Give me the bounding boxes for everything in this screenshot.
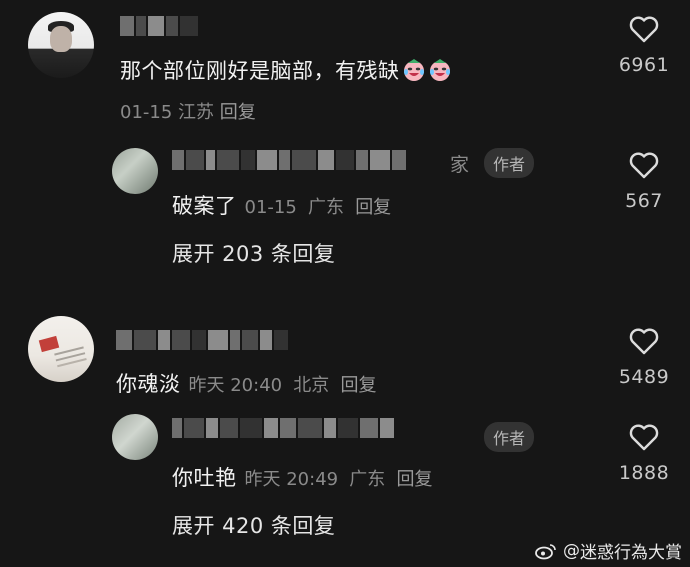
username-redacted[interactable] — [120, 16, 198, 36]
comment-date: 昨天 20:40 — [188, 375, 283, 396]
username-redacted[interactable] — [116, 330, 288, 350]
author-badge: 作者 — [484, 422, 535, 452]
comment-date: 01-15 — [120, 102, 173, 123]
like-button[interactable]: 1888 — [604, 422, 684, 484]
like-count: 1888 — [618, 462, 670, 484]
comment-location: 北京 — [293, 375, 330, 396]
reply-button[interactable]: 回复 — [396, 469, 432, 490]
reply-button[interactable]: 回复 — [220, 102, 256, 123]
like-button[interactable]: 567 — [604, 150, 684, 212]
comment-body: 那个部位刚好是脑部，有残缺 — [120, 59, 400, 83]
avatar[interactable] — [112, 148, 158, 194]
avatar[interactable] — [28, 12, 94, 78]
like-count: 6961 — [618, 54, 670, 76]
reply-button[interactable]: 回复 — [340, 375, 376, 396]
heart-icon — [629, 152, 659, 179]
like-count: 567 — [625, 190, 663, 212]
reply-button[interactable]: 回复 — [355, 197, 391, 218]
comment-date: 昨天 20:49 — [244, 469, 339, 490]
comment-meta: 01-15 江苏 回复 — [120, 98, 256, 124]
expand-replies-button[interactable]: 展开 420 条回复 — [172, 510, 335, 540]
comment-text: 你魂淡 昨天 20:40 北京 回复 — [116, 368, 376, 398]
avatar[interactable] — [28, 316, 94, 382]
comment-location: 广东 — [349, 469, 386, 490]
comment-location: 江苏 — [178, 102, 215, 123]
author-badge: 作者 — [484, 148, 535, 178]
comment-date: 01-15 — [244, 197, 297, 218]
avatar-stamp — [38, 335, 60, 353]
heart-icon — [629, 424, 659, 451]
heart-icon — [629, 16, 659, 43]
comment-text: 你吐艳 昨天 20:49 广东 回复 — [172, 462, 432, 492]
comment-body: 破案了 — [172, 194, 237, 218]
username-redacted[interactable] — [172, 418, 394, 438]
heart-icon — [629, 328, 659, 355]
comment-text: 破案了 01-15 广东 回复 — [172, 190, 391, 220]
weibo-logo-icon — [535, 543, 556, 559]
comment-thread: 那个部位刚好是脑部，有残缺 01-15 江苏 回复 6961 家 作者 破案了 … — [0, 0, 690, 567]
avatar-lines — [54, 346, 84, 356]
expand-replies-button[interactable]: 展开 203 条回复 — [172, 238, 335, 268]
weibo-watermark: @ 迷惑行為大賞 — [535, 538, 682, 563]
username-redacted[interactable] — [172, 150, 406, 170]
comment-body: 你魂淡 — [116, 372, 181, 396]
comment-text: 那个部位刚好是脑部，有残缺 — [120, 55, 452, 85]
comment-location: 广东 — [308, 197, 344, 218]
avatar[interactable] — [112, 414, 158, 460]
like-button[interactable]: 6961 — [604, 14, 684, 76]
username-suffix[interactable]: 家 — [450, 150, 469, 177]
crying-laughing-face-icon — [403, 59, 424, 81]
like-button[interactable]: 5489 — [604, 326, 684, 388]
watermark-account: 迷惑行為大賞 — [580, 543, 682, 563]
comment-body: 你吐艳 — [172, 466, 237, 490]
avatar-face — [50, 26, 72, 52]
crying-laughing-face-icon — [429, 59, 450, 81]
watermark-prefix: @ — [563, 540, 580, 561]
like-count: 5489 — [618, 366, 670, 388]
